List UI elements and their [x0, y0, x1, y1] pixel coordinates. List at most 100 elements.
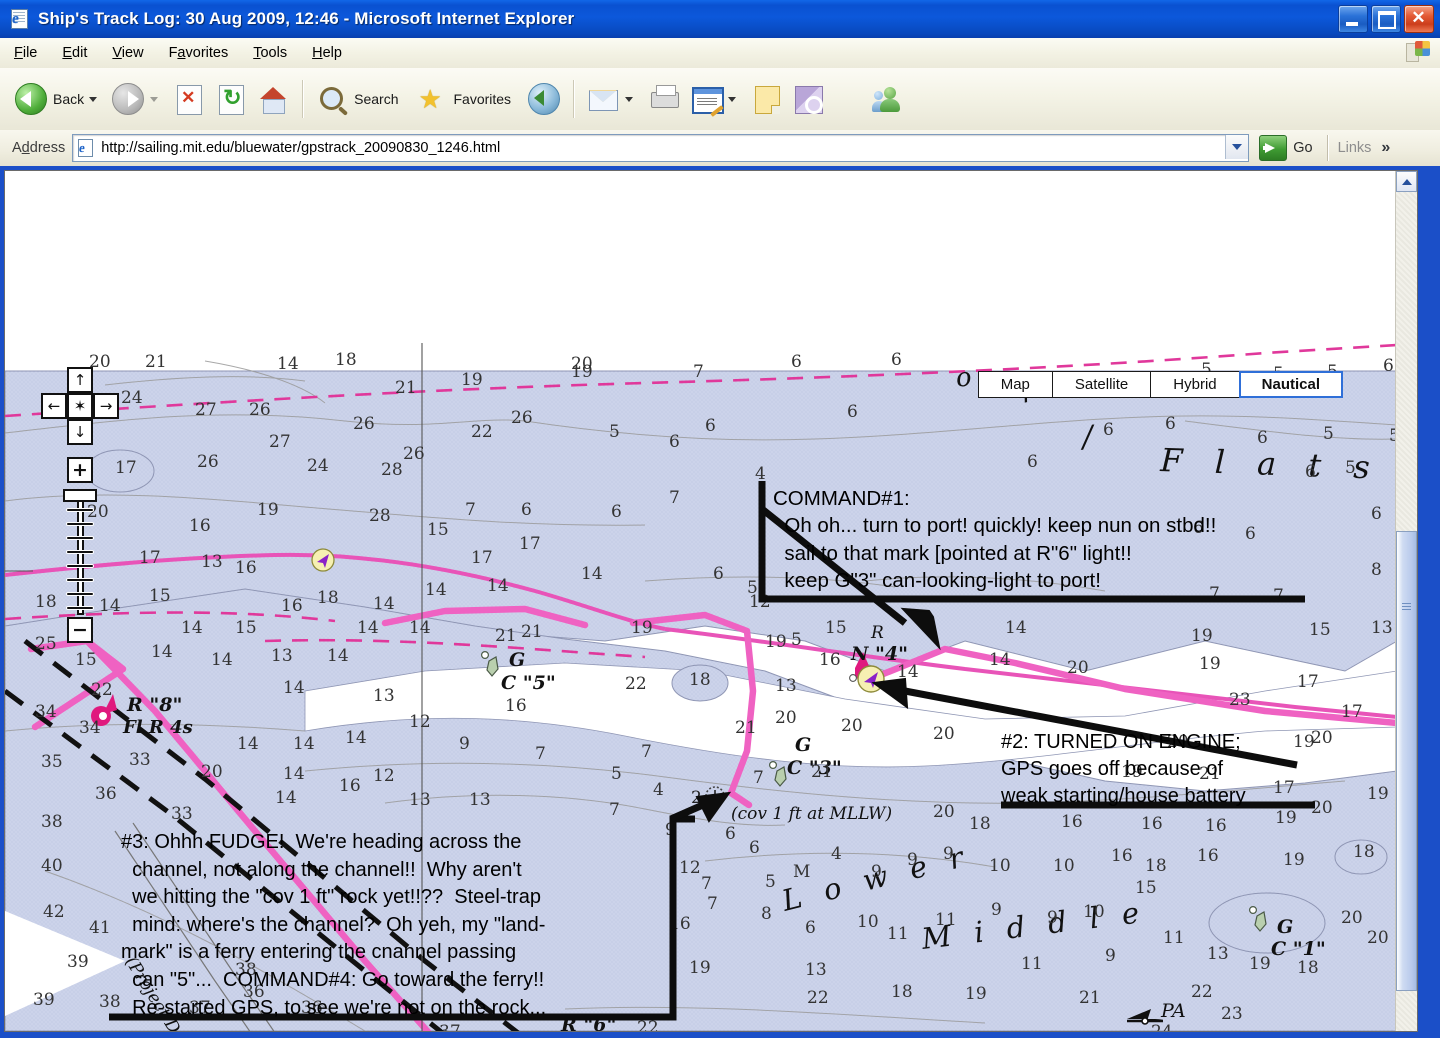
print-button[interactable]	[643, 76, 685, 122]
svg-text:20: 20	[1311, 728, 1333, 748]
svg-text:12: 12	[409, 712, 431, 732]
forward-button[interactable]	[107, 76, 168, 122]
zoom-in-button[interactable]: +	[67, 457, 93, 483]
map-pan-zoom-control: ↑ ← ✶ → ↓ + −	[41, 367, 119, 647]
svg-text:39: 39	[33, 990, 55, 1010]
stop-button[interactable]	[168, 76, 210, 122]
svg-text:27: 27	[269, 432, 291, 452]
map-type-satellite[interactable]: Satellite	[1052, 372, 1152, 397]
refresh-icon	[214, 82, 248, 116]
messenger-button[interactable]	[866, 76, 908, 122]
svg-text:16: 16	[1111, 846, 1133, 866]
mail-button[interactable]	[582, 76, 643, 122]
address-url-text: http://sailing.mit.edu/bluewater/gpstrac…	[101, 140, 501, 156]
svg-text:22: 22	[91, 680, 113, 700]
svg-text:20: 20	[571, 354, 593, 374]
ie-window: e Ship's Track Log: 30 Aug 2009, 12:46 -…	[0, 0, 1440, 1038]
pan-left-button[interactable]: ←	[41, 393, 67, 419]
close-button[interactable]: ✕	[1404, 5, 1434, 33]
menu-item-help[interactable]: Help	[301, 42, 353, 64]
svg-text:5: 5	[765, 872, 776, 892]
map-type-nautical[interactable]: Nautical	[1238, 371, 1343, 398]
scrollbar-thumb[interactable]	[1396, 531, 1417, 991]
svg-text:20: 20	[775, 708, 797, 728]
history-button[interactable]	[523, 76, 565, 122]
pan-right-button[interactable]: →	[93, 393, 119, 419]
svg-text:15: 15	[1309, 620, 1331, 640]
svg-text:G: G	[1277, 916, 1293, 938]
notes-button[interactable]	[746, 76, 788, 122]
svg-text:17: 17	[1273, 778, 1295, 798]
svg-text:26: 26	[197, 452, 219, 472]
address-dropdown-button[interactable]	[1225, 135, 1249, 159]
svg-text:20: 20	[1067, 658, 1089, 678]
chevron-down-icon[interactable]	[625, 96, 634, 102]
go-button[interactable]: Go	[1259, 135, 1313, 161]
nautical-chart-map[interactable]: R "8" Fl R 4s G C "5" G C "3" R N "4" R …	[5, 171, 1397, 1031]
go-arrow-icon	[1259, 135, 1288, 161]
svg-text:7: 7	[641, 742, 652, 762]
svg-text:12: 12	[679, 858, 701, 878]
search-button[interactable]: Search	[311, 76, 402, 122]
svg-text:21: 21	[495, 626, 517, 646]
edit-page-icon	[689, 82, 725, 117]
svg-text:19: 19	[631, 618, 653, 638]
svg-text:13: 13	[1371, 618, 1393, 638]
home-button[interactable]	[252, 76, 294, 122]
svg-text:40: 40	[41, 856, 63, 876]
svg-text:20: 20	[1367, 928, 1389, 948]
svg-text:16: 16	[1197, 846, 1219, 866]
chevron-down-icon[interactable]	[89, 96, 98, 102]
svg-text:13: 13	[409, 790, 431, 810]
zoom-out-button[interactable]: −	[67, 617, 93, 643]
address-input[interactable]: e http://sailing.mit.edu/bluewater/gpstr…	[72, 134, 1250, 162]
svg-text:16: 16	[819, 650, 841, 670]
menu-item-tools[interactable]: Tools	[242, 42, 298, 64]
search-button-label: Search	[354, 91, 399, 107]
stop-icon	[172, 82, 206, 116]
svg-text:19: 19	[965, 984, 987, 1004]
scroll-up-button[interactable]	[1396, 171, 1417, 192]
svg-text:16: 16	[1141, 814, 1163, 834]
vertical-scrollbar[interactable]	[1395, 171, 1417, 1031]
svg-text:21: 21	[395, 378, 417, 398]
svg-text:15: 15	[235, 618, 257, 638]
map-type-hybrid[interactable]: Hybrid	[1151, 372, 1240, 397]
zoom-slider-handle[interactable]	[63, 489, 97, 502]
svg-text:14: 14	[151, 642, 173, 662]
minimize-button[interactable]	[1338, 5, 1368, 33]
svg-text:6: 6	[521, 500, 532, 520]
menu-item-view[interactable]: View	[101, 42, 154, 64]
edit-button[interactable]	[685, 76, 746, 122]
menu-item-file[interactable]: File	[3, 42, 48, 64]
favorites-button[interactable]: ★ Favorites	[410, 76, 515, 122]
map-type-map[interactable]: Map	[978, 372, 1053, 397]
svg-text:7: 7	[669, 488, 680, 508]
chevron-down-icon[interactable]	[150, 96, 159, 102]
svg-text:19: 19	[1283, 850, 1305, 870]
svg-text:C "5": C "5"	[501, 672, 556, 694]
svg-text:7: 7	[707, 894, 718, 914]
toolbar-overflow-icon[interactable]: »	[1381, 139, 1390, 157]
menu-item-edit[interactable]: Edit	[51, 42, 98, 64]
research-button[interactable]	[788, 76, 830, 122]
svg-text:4: 4	[653, 780, 664, 800]
refresh-button[interactable]	[210, 76, 252, 122]
pan-down-button[interactable]: ↓	[67, 419, 93, 445]
zoom-slider-track[interactable]	[77, 495, 84, 615]
back-button[interactable]: Back	[10, 76, 107, 122]
svg-text:13: 13	[271, 646, 293, 666]
svg-text:19: 19	[1191, 626, 1213, 646]
svg-text:9: 9	[943, 844, 954, 864]
svg-text:4: 4	[831, 844, 842, 864]
pan-up-button[interactable]: ↑	[67, 367, 93, 393]
svg-text:6: 6	[1371, 504, 1382, 524]
links-button[interactable]: Links	[1338, 140, 1372, 156]
svg-text:19: 19	[1249, 954, 1271, 974]
menu-item-favorites[interactable]: Favorites	[158, 42, 240, 64]
maximize-button[interactable]	[1371, 5, 1401, 33]
svg-text:11: 11	[887, 924, 909, 944]
svg-text:6: 6	[847, 402, 858, 422]
chevron-down-icon[interactable]	[728, 96, 737, 102]
center-map-button[interactable]: ✶	[67, 393, 93, 419]
